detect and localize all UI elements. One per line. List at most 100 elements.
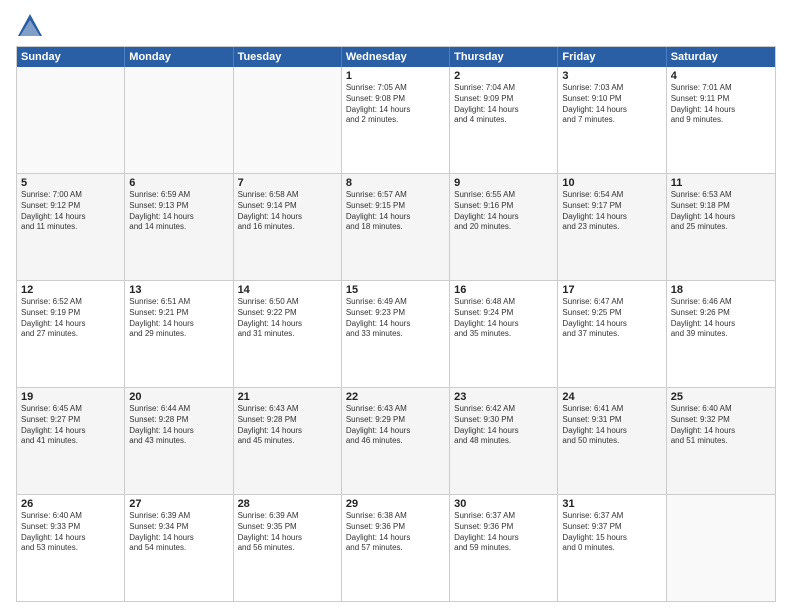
day-info: Sunrise: 6:54 AMSunset: 9:17 PMDaylight:… <box>562 190 661 233</box>
day-info: Sunrise: 6:37 AMSunset: 9:36 PMDaylight:… <box>454 511 553 554</box>
day-cell-31: 31Sunrise: 6:37 AMSunset: 9:37 PMDayligh… <box>558 495 666 601</box>
day-cell-28: 28Sunrise: 6:39 AMSunset: 9:35 PMDayligh… <box>234 495 342 601</box>
day-cell-30: 30Sunrise: 6:37 AMSunset: 9:36 PMDayligh… <box>450 495 558 601</box>
day-number: 16 <box>454 284 553 296</box>
day-info: Sunrise: 7:05 AMSunset: 9:08 PMDaylight:… <box>346 83 445 126</box>
calendar-row-4: 26Sunrise: 6:40 AMSunset: 9:33 PMDayligh… <box>17 494 775 601</box>
day-number: 14 <box>238 284 337 296</box>
day-number: 13 <box>129 284 228 296</box>
day-number: 25 <box>671 391 771 403</box>
calendar-body: 1Sunrise: 7:05 AMSunset: 9:08 PMDaylight… <box>17 67 775 601</box>
header-day-tuesday: Tuesday <box>234 47 342 67</box>
day-cell-25: 25Sunrise: 6:40 AMSunset: 9:32 PMDayligh… <box>667 388 775 494</box>
day-cell-14: 14Sunrise: 6:50 AMSunset: 9:22 PMDayligh… <box>234 281 342 387</box>
day-number: 9 <box>454 177 553 189</box>
empty-cell-0-1 <box>125 67 233 173</box>
day-info: Sunrise: 6:55 AMSunset: 9:16 PMDaylight:… <box>454 190 553 233</box>
day-info: Sunrise: 7:00 AMSunset: 9:12 PMDaylight:… <box>21 190 120 233</box>
day-info: Sunrise: 6:47 AMSunset: 9:25 PMDaylight:… <box>562 297 661 340</box>
day-number: 1 <box>346 70 445 82</box>
header-day-friday: Friday <box>558 47 666 67</box>
day-number: 5 <box>21 177 120 189</box>
day-cell-4: 4Sunrise: 7:01 AMSunset: 9:11 PMDaylight… <box>667 67 775 173</box>
day-info: Sunrise: 6:52 AMSunset: 9:19 PMDaylight:… <box>21 297 120 340</box>
logo-icon <box>16 12 44 40</box>
day-cell-22: 22Sunrise: 6:43 AMSunset: 9:29 PMDayligh… <box>342 388 450 494</box>
day-info: Sunrise: 6:57 AMSunset: 9:15 PMDaylight:… <box>346 190 445 233</box>
day-info: Sunrise: 6:40 AMSunset: 9:32 PMDaylight:… <box>671 404 771 447</box>
day-info: Sunrise: 6:59 AMSunset: 9:13 PMDaylight:… <box>129 190 228 233</box>
day-number: 17 <box>562 284 661 296</box>
day-number: 15 <box>346 284 445 296</box>
header-day-wednesday: Wednesday <box>342 47 450 67</box>
day-number: 19 <box>21 391 120 403</box>
header-day-monday: Monday <box>125 47 233 67</box>
day-info: Sunrise: 6:38 AMSunset: 9:36 PMDaylight:… <box>346 511 445 554</box>
day-info: Sunrise: 6:43 AMSunset: 9:28 PMDaylight:… <box>238 404 337 447</box>
header-day-saturday: Saturday <box>667 47 775 67</box>
day-info: Sunrise: 6:40 AMSunset: 9:33 PMDaylight:… <box>21 511 120 554</box>
day-cell-19: 19Sunrise: 6:45 AMSunset: 9:27 PMDayligh… <box>17 388 125 494</box>
day-number: 20 <box>129 391 228 403</box>
day-number: 7 <box>238 177 337 189</box>
day-cell-9: 9Sunrise: 6:55 AMSunset: 9:16 PMDaylight… <box>450 174 558 280</box>
calendar-row-0: 1Sunrise: 7:05 AMSunset: 9:08 PMDaylight… <box>17 67 775 173</box>
day-info: Sunrise: 6:48 AMSunset: 9:24 PMDaylight:… <box>454 297 553 340</box>
day-cell-16: 16Sunrise: 6:48 AMSunset: 9:24 PMDayligh… <box>450 281 558 387</box>
calendar-row-3: 19Sunrise: 6:45 AMSunset: 9:27 PMDayligh… <box>17 387 775 494</box>
day-number: 27 <box>129 498 228 510</box>
day-number: 23 <box>454 391 553 403</box>
day-number: 30 <box>454 498 553 510</box>
day-cell-29: 29Sunrise: 6:38 AMSunset: 9:36 PMDayligh… <box>342 495 450 601</box>
day-cell-20: 20Sunrise: 6:44 AMSunset: 9:28 PMDayligh… <box>125 388 233 494</box>
day-cell-6: 6Sunrise: 6:59 AMSunset: 9:13 PMDaylight… <box>125 174 233 280</box>
day-info: Sunrise: 6:43 AMSunset: 9:29 PMDaylight:… <box>346 404 445 447</box>
day-cell-15: 15Sunrise: 6:49 AMSunset: 9:23 PMDayligh… <box>342 281 450 387</box>
day-info: Sunrise: 6:51 AMSunset: 9:21 PMDaylight:… <box>129 297 228 340</box>
day-cell-5: 5Sunrise: 7:00 AMSunset: 9:12 PMDaylight… <box>17 174 125 280</box>
day-info: Sunrise: 6:46 AMSunset: 9:26 PMDaylight:… <box>671 297 771 340</box>
day-info: Sunrise: 6:44 AMSunset: 9:28 PMDaylight:… <box>129 404 228 447</box>
day-number: 2 <box>454 70 553 82</box>
header-day-sunday: Sunday <box>17 47 125 67</box>
day-cell-10: 10Sunrise: 6:54 AMSunset: 9:17 PMDayligh… <box>558 174 666 280</box>
day-info: Sunrise: 6:45 AMSunset: 9:27 PMDaylight:… <box>21 404 120 447</box>
day-info: Sunrise: 6:41 AMSunset: 9:31 PMDaylight:… <box>562 404 661 447</box>
day-number: 10 <box>562 177 661 189</box>
day-number: 28 <box>238 498 337 510</box>
day-number: 18 <box>671 284 771 296</box>
day-number: 3 <box>562 70 661 82</box>
empty-cell-4-6 <box>667 495 775 601</box>
day-number: 31 <box>562 498 661 510</box>
calendar-header: SundayMondayTuesdayWednesdayThursdayFrid… <box>17 47 775 67</box>
day-cell-8: 8Sunrise: 6:57 AMSunset: 9:15 PMDaylight… <box>342 174 450 280</box>
day-cell-3: 3Sunrise: 7:03 AMSunset: 9:10 PMDaylight… <box>558 67 666 173</box>
day-number: 8 <box>346 177 445 189</box>
calendar-row-1: 5Sunrise: 7:00 AMSunset: 9:12 PMDaylight… <box>17 173 775 280</box>
day-number: 21 <box>238 391 337 403</box>
day-info: Sunrise: 6:39 AMSunset: 9:34 PMDaylight:… <box>129 511 228 554</box>
logo <box>16 12 46 40</box>
day-info: Sunrise: 6:58 AMSunset: 9:14 PMDaylight:… <box>238 190 337 233</box>
day-cell-7: 7Sunrise: 6:58 AMSunset: 9:14 PMDaylight… <box>234 174 342 280</box>
day-cell-13: 13Sunrise: 6:51 AMSunset: 9:21 PMDayligh… <box>125 281 233 387</box>
day-info: Sunrise: 6:42 AMSunset: 9:30 PMDaylight:… <box>454 404 553 447</box>
day-info: Sunrise: 6:49 AMSunset: 9:23 PMDaylight:… <box>346 297 445 340</box>
day-info: Sunrise: 7:01 AMSunset: 9:11 PMDaylight:… <box>671 83 771 126</box>
header-day-thursday: Thursday <box>450 47 558 67</box>
empty-cell-0-0 <box>17 67 125 173</box>
day-number: 4 <box>671 70 771 82</box>
day-cell-18: 18Sunrise: 6:46 AMSunset: 9:26 PMDayligh… <box>667 281 775 387</box>
day-info: Sunrise: 6:37 AMSunset: 9:37 PMDaylight:… <box>562 511 661 554</box>
day-cell-23: 23Sunrise: 6:42 AMSunset: 9:30 PMDayligh… <box>450 388 558 494</box>
day-number: 24 <box>562 391 661 403</box>
day-cell-21: 21Sunrise: 6:43 AMSunset: 9:28 PMDayligh… <box>234 388 342 494</box>
day-cell-26: 26Sunrise: 6:40 AMSunset: 9:33 PMDayligh… <box>17 495 125 601</box>
day-number: 26 <box>21 498 120 510</box>
day-cell-1: 1Sunrise: 7:05 AMSunset: 9:08 PMDaylight… <box>342 67 450 173</box>
day-number: 12 <box>21 284 120 296</box>
header <box>16 12 776 40</box>
day-cell-27: 27Sunrise: 6:39 AMSunset: 9:34 PMDayligh… <box>125 495 233 601</box>
day-info: Sunrise: 7:04 AMSunset: 9:09 PMDaylight:… <box>454 83 553 126</box>
day-cell-24: 24Sunrise: 6:41 AMSunset: 9:31 PMDayligh… <box>558 388 666 494</box>
